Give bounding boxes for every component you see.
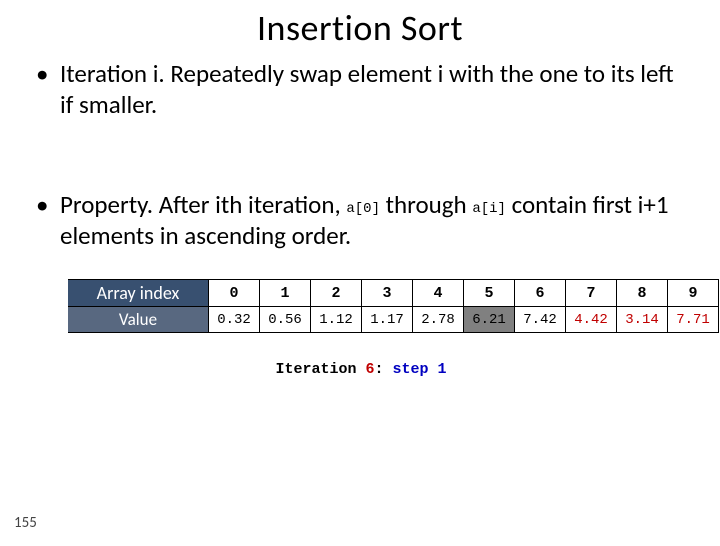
value-cell: 2.78 [413, 307, 464, 333]
value-cell-highlight: 6.21 [464, 307, 515, 333]
bullet-dot-icon: • [36, 58, 60, 121]
row-label-value: Value [68, 307, 209, 333]
index-cell: 7 [566, 280, 617, 307]
value-cell: 0.32 [209, 307, 260, 333]
bullet-1: • Iteration i. Repeatedly swap element i… [50, 58, 690, 121]
page-title: Insertion Sort [0, 6, 720, 50]
bullet-1-text: Iteration i. Repeatedly swap element i w… [60, 58, 690, 121]
page-number: 155 [14, 514, 37, 532]
row-label-index: Array index [68, 280, 209, 307]
index-cell: 9 [668, 280, 719, 307]
index-cell: 0 [209, 280, 260, 307]
value-cell: 1.17 [362, 307, 413, 333]
index-cell: 5 [464, 280, 515, 307]
iteration-caption: Iteration 6: step 1 [68, 361, 654, 378]
index-cell: 3 [362, 280, 413, 307]
table-row: Value 0.32 0.56 1.12 1.17 2.78 6.21 7.42… [68, 307, 719, 333]
value-cell-unsorted: 3.14 [617, 307, 668, 333]
value-cell: 0.56 [260, 307, 311, 333]
code-ai: a[i] [472, 201, 506, 217]
index-cell: 6 [515, 280, 566, 307]
index-cell: 2 [311, 280, 362, 307]
value-cell: 7.42 [515, 307, 566, 333]
index-cell: 8 [617, 280, 668, 307]
code-a0: a[0] [346, 201, 380, 217]
bullet-dot-icon: • [36, 189, 60, 252]
bullet-2-text: Property. After ith iteration, a[0] thro… [60, 189, 690, 252]
value-cell-unsorted: 4.42 [566, 307, 617, 333]
value-cell: 1.12 [311, 307, 362, 333]
value-cell-unsorted: 7.71 [668, 307, 719, 333]
index-cell: 4 [413, 280, 464, 307]
index-cell: 1 [260, 280, 311, 307]
table-row: Array index 0 1 2 3 4 5 6 7 8 9 [68, 280, 719, 307]
bullet-2: • Property. After ith iteration, a[0] th… [50, 189, 690, 252]
array-table: Array index 0 1 2 3 4 5 6 7 8 9 Value 0.… [68, 279, 720, 333]
bullet-list: • Iteration i. Repeatedly swap element i… [50, 58, 690, 251]
